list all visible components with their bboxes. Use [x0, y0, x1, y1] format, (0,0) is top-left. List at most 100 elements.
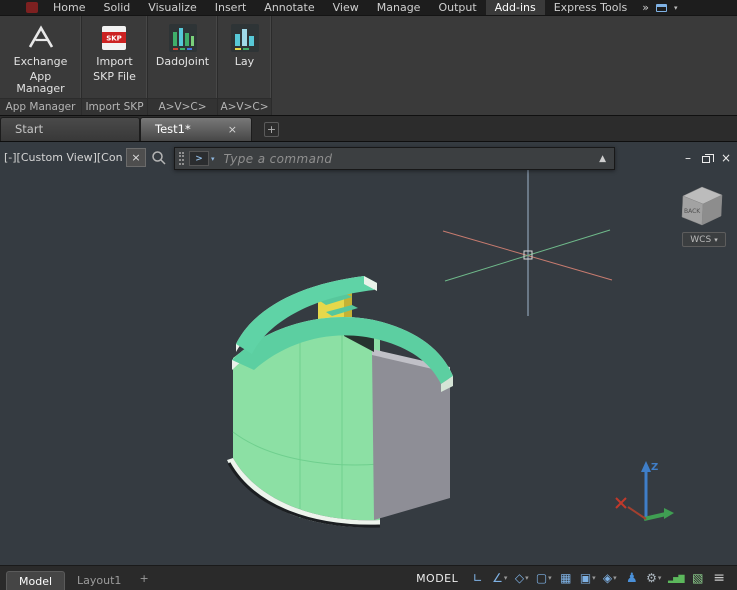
minimize-button[interactable]: – [685, 151, 691, 165]
ribbon-tab-home[interactable]: Home [44, 0, 94, 15]
panel-label-avc-1[interactable]: A>V>C> [148, 98, 217, 115]
viewcube[interactable]: BACK [682, 187, 722, 225]
ribbon-display-toggle-icon[interactable] [656, 4, 667, 12]
ribbon-tab-view[interactable]: View [324, 0, 368, 15]
file-tab-start[interactable]: Start [0, 117, 140, 141]
lay-icon [230, 23, 260, 53]
autodesk-a-icon [26, 23, 56, 53]
gear-icon: ⚙ [646, 571, 657, 585]
tab-overflow-icon[interactable]: » [642, 1, 649, 14]
layout-tab-model[interactable]: Model [6, 571, 65, 590]
customization-menu-icon[interactable]: ≡ [709, 570, 731, 586]
file-tab-close-icon[interactable]: × [228, 118, 237, 141]
chevron-down-icon: ▾ [504, 574, 508, 582]
ribbon-tab-bar: Home Solid Visualize Insert Annotate Vie… [0, 0, 737, 16]
annotation-monitor-toggle[interactable]: ♟ [621, 566, 642, 590]
new-layout-button[interactable]: + [139, 572, 148, 585]
isolate-objects-toggle[interactable]: ▧ [687, 566, 708, 590]
dynamic-ucs-icon: ◈ [603, 571, 612, 585]
ribbon-tab-manage[interactable]: Manage [368, 0, 430, 15]
3d-object-snap-toggle[interactable]: ▣▾ [577, 566, 598, 590]
autocad-window: Home Solid Visualize Insert Annotate Vie… [0, 0, 737, 590]
panel-import-skp: SKP Import SKP File Import SKP [82, 16, 148, 115]
snap-tracking-toggle[interactable]: ▦ [555, 566, 576, 590]
z-axis-label: Z [651, 462, 658, 473]
polar-tracking-toggle[interactable]: ∠▾ [489, 566, 510, 590]
ribbon-empty-space [272, 16, 737, 115]
command-prompt-dropdown-icon[interactable]: ▾ [211, 155, 215, 163]
chevron-down-icon: ▾ [592, 574, 596, 582]
command-prompt-icon[interactable]: > [189, 151, 209, 166]
import-skp-file-button[interactable]: SKP Import SKP File [89, 21, 140, 98]
panel-app-manager: Exchange App Manager App Manager [0, 16, 82, 115]
chevron-down-icon: ▾ [658, 574, 662, 582]
viewport-close-button[interactable]: × [126, 148, 146, 167]
panel-label-import-skp[interactable]: Import SKP [82, 98, 147, 115]
isodraft-icon: ◇ [515, 571, 524, 585]
isodraft-toggle[interactable]: ◇▾ [511, 566, 532, 590]
ortho-icon: ∟ [473, 571, 483, 585]
file-tab-label: Test1* [155, 118, 191, 141]
button-label: DadoJoint [156, 56, 209, 68]
lay-button[interactable]: Lay [226, 21, 264, 98]
isolate-objects-icon: ▧ [692, 571, 703, 585]
ribbon-tab-output[interactable]: Output [429, 0, 485, 15]
graphics-performance-icon: ▂▅▇ [668, 574, 683, 583]
status-bar: Model Layout1 + MODEL ∟ ∠▾ ◇▾ ▢▾ ▦ ▣▾ ◈▾… [0, 565, 737, 590]
3d-object-snap-icon: ▣ [580, 571, 591, 585]
chevron-down-icon: ▾ [548, 574, 552, 582]
panel-label-avc-2[interactable]: A>V>C> [218, 98, 271, 115]
app-icon[interactable] [26, 2, 38, 13]
zoom-magnifier-icon[interactable] [151, 150, 167, 166]
object-snap-toggle[interactable]: ▢▾ [533, 566, 554, 590]
chevron-down-icon: ▾ [525, 574, 529, 582]
reception-desk-model[interactable] [227, 276, 453, 527]
wcs-dropdown-icon: ▾ [714, 236, 718, 244]
restore-button[interactable] [702, 156, 710, 163]
svg-text:SKP: SKP [107, 35, 123, 43]
wcs-dropdown[interactable]: WCS ▾ [682, 232, 726, 247]
annotation-monitor-icon: ♟ [626, 571, 638, 586]
ribbon-tab-add-ins[interactable]: Add-ins [486, 0, 545, 15]
polar-tracking-icon: ∠ [492, 571, 503, 585]
button-label-line1: Import [96, 56, 133, 68]
wcs-label: WCS [690, 235, 711, 245]
command-line-bar[interactable]: > ▾ Type a command ▲ [174, 147, 615, 170]
ribbon-display-dropdown-icon[interactable]: ▾ [674, 4, 678, 12]
close-button[interactable]: × [721, 151, 731, 165]
ribbon-tab-visualize[interactable]: Visualize [139, 0, 205, 15]
dadojoint-icon [168, 23, 198, 53]
exchange-app-manager-button[interactable]: Exchange App Manager [0, 21, 81, 98]
ribbon-tab-insert[interactable]: Insert [206, 0, 256, 15]
dadojoint-button[interactable]: DadoJoint [152, 21, 213, 98]
graphics-performance-toggle[interactable]: ▂▅▇ [665, 566, 686, 590]
ortho-toggle[interactable]: ∟ [467, 566, 488, 590]
crosshair-cursor [443, 170, 612, 316]
chevron-down-icon: ▾ [613, 574, 617, 582]
layout-tab-bar: Model Layout1 + [0, 566, 149, 590]
file-tab-test1[interactable]: Test1* × [140, 117, 252, 141]
new-file-tab-button[interactable]: + [264, 122, 279, 137]
layout-tab-layout1[interactable]: Layout1 [67, 571, 131, 590]
viewcube-face-label: BACK [684, 208, 701, 215]
viewport-controls-label[interactable]: [-][Custom View][Con [4, 151, 123, 164]
command-bar-grip[interactable] [179, 152, 184, 165]
ribbon-tab-solid[interactable]: Solid [94, 0, 139, 15]
dynamic-ucs-toggle[interactable]: ◈▾ [599, 566, 620, 590]
model-space-toggle[interactable]: MODEL [416, 572, 458, 585]
ribbon-tab-express-tools[interactable]: Express Tools [545, 0, 637, 15]
workspace-switching[interactable]: ⚙▾ [643, 566, 664, 590]
status-toggle-group: MODEL ∟ ∠▾ ◇▾ ▢▾ ▦ ▣▾ ◈▾ ♟ ⚙▾ ▂▅▇ ▧ ≡ [416, 566, 737, 590]
ribbon-tab-annotate[interactable]: Annotate [255, 0, 323, 15]
ribbon: Exchange App Manager App Manager SKP Imp… [0, 16, 737, 116]
panel-avc-lay: Lay A>V>C> [218, 16, 272, 115]
panel-label-app-manager[interactable]: App Manager [0, 98, 81, 115]
drawing-area[interactable]: BACK Z [-][Custom View][Con × > ▾ [0, 142, 737, 565]
command-history-expand-icon[interactable]: ▲ [599, 154, 606, 164]
file-tab-label: Start [15, 118, 43, 141]
object-snap-icon: ▢ [536, 571, 547, 585]
drawing-canvas[interactable]: BACK Z [0, 142, 737, 565]
command-input[interactable]: Type a command [224, 152, 333, 166]
document-window-controls: – × [685, 151, 731, 165]
file-tab-bar: Start Test1* × + [0, 116, 737, 142]
